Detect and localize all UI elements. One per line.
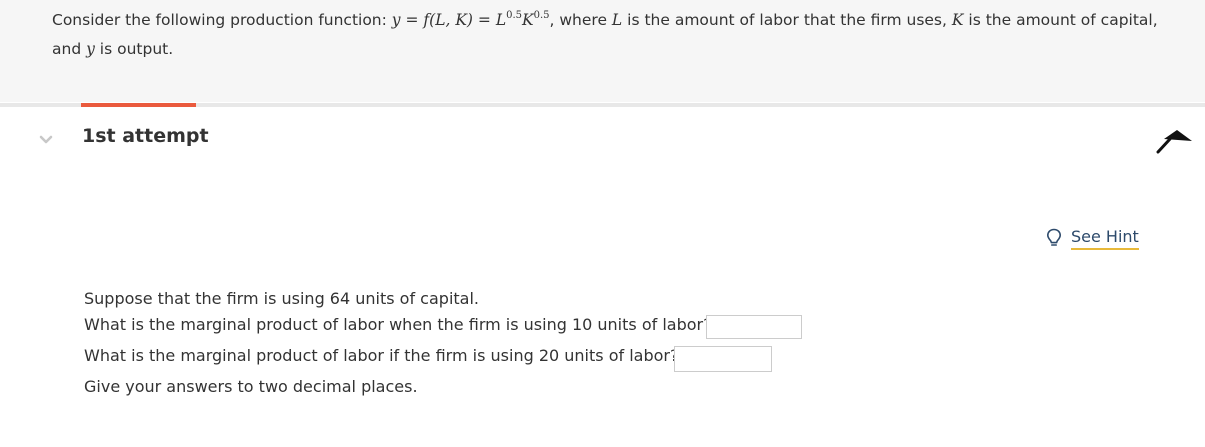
math-L: L0.5 [495, 10, 523, 30]
math-K-ref: K [951, 11, 964, 29]
question-line-mpl-10: What is the marginal product of labor wh… [84, 315, 712, 334]
question-line-instructions: Give your answers to two decimal places. [84, 377, 418, 396]
see-hint-button[interactable]: See Hint [1046, 225, 1139, 251]
math-y-ref: y [86, 40, 95, 58]
prompt-line2-post: is output. [94, 40, 174, 58]
math-equals-2: = [472, 11, 496, 29]
chevron-down-icon[interactable] [39, 135, 53, 145]
active-tab-indicator[interactable] [81, 103, 196, 107]
prompt-intro: Consider the following production functi… [52, 11, 392, 29]
question-line-mpl-20: What is the marginal product of labor if… [84, 346, 679, 365]
problem-prompt: Consider the following production functi… [52, 6, 1172, 64]
attempt-title: 1st attempt [82, 125, 209, 147]
see-hint-label[interactable]: See Hint [1071, 227, 1139, 250]
prompt-mid3: is the amount of capital, [963, 11, 1158, 29]
answer-input-mpl-10[interactable] [706, 315, 802, 339]
math-args: (L, K) [429, 11, 473, 29]
lightbulb-icon [1046, 228, 1062, 246]
prompt-mid1: , where [549, 11, 612, 29]
collapse-arrow-icon[interactable] [1156, 128, 1194, 154]
prompt-mid2: is the amount of labor that the firm use… [622, 11, 952, 29]
math-y: y [391, 11, 401, 29]
problem-header: Consider the following production functi… [0, 0, 1205, 102]
math-K: K0.5 [522, 10, 550, 30]
answer-input-mpl-20[interactable] [674, 346, 772, 372]
math-L-exponent: 0.5 [506, 10, 523, 21]
question-line-capital: Suppose that the firm is using 64 units … [84, 289, 479, 308]
math-L-ref: L [611, 11, 623, 29]
math-equals-1: = [400, 11, 424, 29]
math-K-exponent: 0.5 [533, 10, 550, 21]
prompt-line2-pre: and [52, 40, 87, 58]
